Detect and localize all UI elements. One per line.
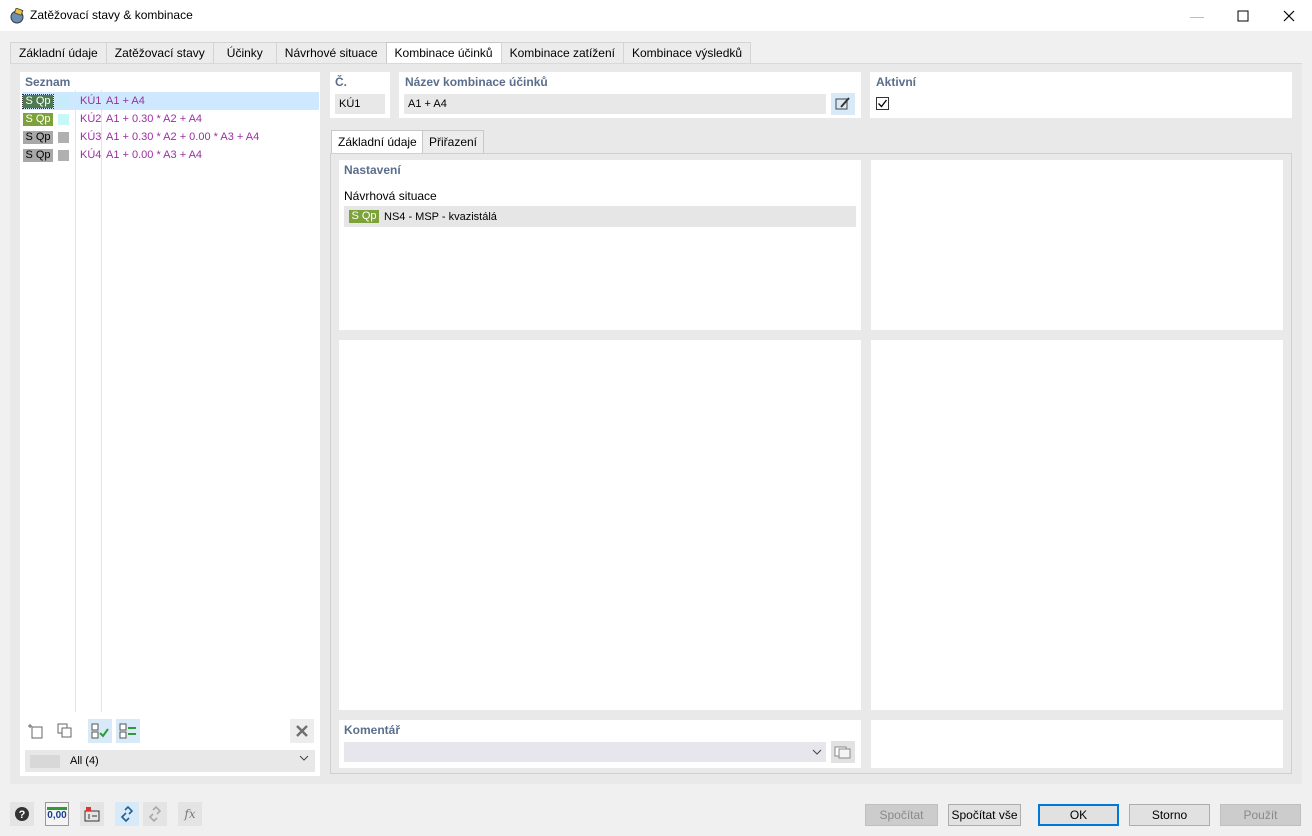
situation-badge: S Qp [349,210,379,223]
empty-panel-middle-left [339,340,861,710]
empty-panel-middle-right [871,340,1283,710]
edit-icon [835,97,850,110]
copy-item-button[interactable] [53,719,77,743]
list-item-id: KÚ4 [80,149,102,161]
copy-icon [57,723,72,738]
list-filter-select[interactable]: All (4) [25,750,315,772]
tab-load-combinations[interactable]: Kombinace zatížení [500,42,624,64]
svg-text:fx: fx [183,807,195,821]
library-icon [834,746,851,759]
app-icon [10,8,24,24]
number-field[interactable]: KÚ1 [335,94,385,114]
list-divider [75,90,76,712]
unlink-icon[interactable] [143,802,167,826]
list-item[interactable]: S Qp KÚ2 A1 + 0.30 * A2 + A4 [22,110,319,128]
calculate-all-button[interactable]: Spočítat vše [948,804,1021,826]
display-settings-icon[interactable] [80,802,104,826]
situation-badge: S Qp [23,148,53,162]
chevron-down-icon [299,753,309,766]
formula-icon[interactable]: fx [178,802,202,826]
active-box: Aktivní [870,72,1292,118]
check-all-icon [91,723,109,739]
units-icon[interactable]: 0,00 [45,802,69,826]
list-toolbar [24,719,316,743]
active-label: Aktivní [876,75,917,89]
tab-action-combinations[interactable]: Kombinace účinků [385,42,502,65]
close-icon [1283,10,1295,21]
list-item[interactable]: S Qp KÚ4 A1 + 0.00 * A3 + A4 [22,146,319,164]
check-all-button[interactable] [88,719,112,743]
settings-box: Nastavení Návrhová situace [339,160,861,330]
units-value: 0,00 [47,807,67,821]
tab-actions[interactable]: Účinky [212,42,277,64]
number-box: Č. KÚ1 [330,72,390,118]
situation-badge: S Qp [23,130,53,144]
number-label: Č. [335,75,347,89]
filter-value: All (4) [70,755,99,767]
comment-library-button[interactable] [831,741,855,763]
settings-title: Nastavení [344,163,401,177]
name-field[interactable]: A1 + A4 [404,94,826,114]
tab-basic[interactable]: Základní údaje [10,42,107,64]
edit-name-button[interactable] [831,93,855,115]
ok-button[interactable]: OK [1038,804,1119,826]
list-title: Seznam [25,75,71,89]
filter-swatch [30,754,60,768]
name-box: Název kombinace účinků A1 + A4 [399,72,861,118]
cancel-button[interactable]: Storno [1129,804,1210,826]
design-situation-row[interactable]: S Qp NS4 - MSP - kvazistálá [344,206,856,227]
color-swatch [58,131,69,143]
empty-panel-bottom-right [871,720,1283,768]
comment-label: Komentář [344,723,401,737]
new-item-icon [28,724,43,739]
apply-button[interactable]: Použít [1220,804,1301,826]
color-swatch [58,149,69,161]
subtab-basic[interactable]: Základní údaje [331,130,424,154]
list-item-id: KÚ2 [80,113,102,125]
delete-button[interactable] [290,719,314,743]
help-icon[interactable]: ? [10,802,34,826]
list-item[interactable]: S Qp KÚ1 A1 + A4 [22,92,319,110]
tab-design-situations[interactable]: Návrhové situace [275,42,387,64]
subtab-assignment[interactable]: Přiřazení [422,130,485,153]
link-icon[interactable] [115,802,139,826]
list-item-expression: A1 + 0.30 * A2 + 0.00 * A3 + A4 [106,131,260,143]
empty-panel-top-right [871,160,1283,330]
color-swatch [58,113,69,125]
list-item[interactable]: S Qp KÚ3 A1 + 0.30 * A2 + 0.00 * A3 + A4 [22,128,319,146]
list-item-expression: A1 + A4 [106,95,145,107]
svg-text:?: ? [19,809,26,821]
list-item-expression: A1 + 0.30 * A2 + A4 [106,113,203,125]
name-label: Název kombinace účinků [405,75,548,89]
maximize-button[interactable] [1220,0,1266,31]
color-swatch [58,95,69,107]
main-tabbar: Základní údaje Zatěžovací stavy Účinky N… [10,42,752,65]
list-item-id: KÚ3 [80,131,102,143]
window-title: Zatěžovací stavy & kombinace [30,8,193,22]
list-item-id: KÚ1 [80,95,102,107]
maximize-icon [1237,10,1249,21]
active-checkbox[interactable] [876,97,889,110]
design-situation-label: Návrhová situace [344,189,437,203]
toggle-check-button[interactable] [116,719,140,743]
title-bar: Zatěžovací stavy & kombinace — [0,0,1312,31]
new-item-button[interactable] [24,719,48,743]
toggle-check-icon [119,723,136,739]
list-panel: Seznam S Qp KÚ1 A1 + A4 S Qp KÚ2 A1 + 0.… [20,72,320,776]
delete-icon [296,725,308,737]
comment-field[interactable] [344,742,826,762]
design-situation-value: NS4 - MSP - kvazistálá [384,210,497,223]
comment-box: Komentář [339,720,861,768]
list-item-expression: A1 + 0.00 * A3 + A4 [106,149,203,161]
calculate-button[interactable]: Spočítat [865,804,938,826]
minimize-button[interactable]: — [1174,0,1220,31]
chevron-down-icon[interactable] [812,746,822,760]
tab-result-combinations[interactable]: Kombinace výsledků [622,42,752,64]
situation-badge: S Qp [23,112,53,126]
list-divider [101,90,102,712]
close-button[interactable] [1266,0,1312,31]
situation-badge: S Qp [22,93,54,109]
tab-load-cases[interactable]: Zatěžovací stavy [105,42,214,64]
